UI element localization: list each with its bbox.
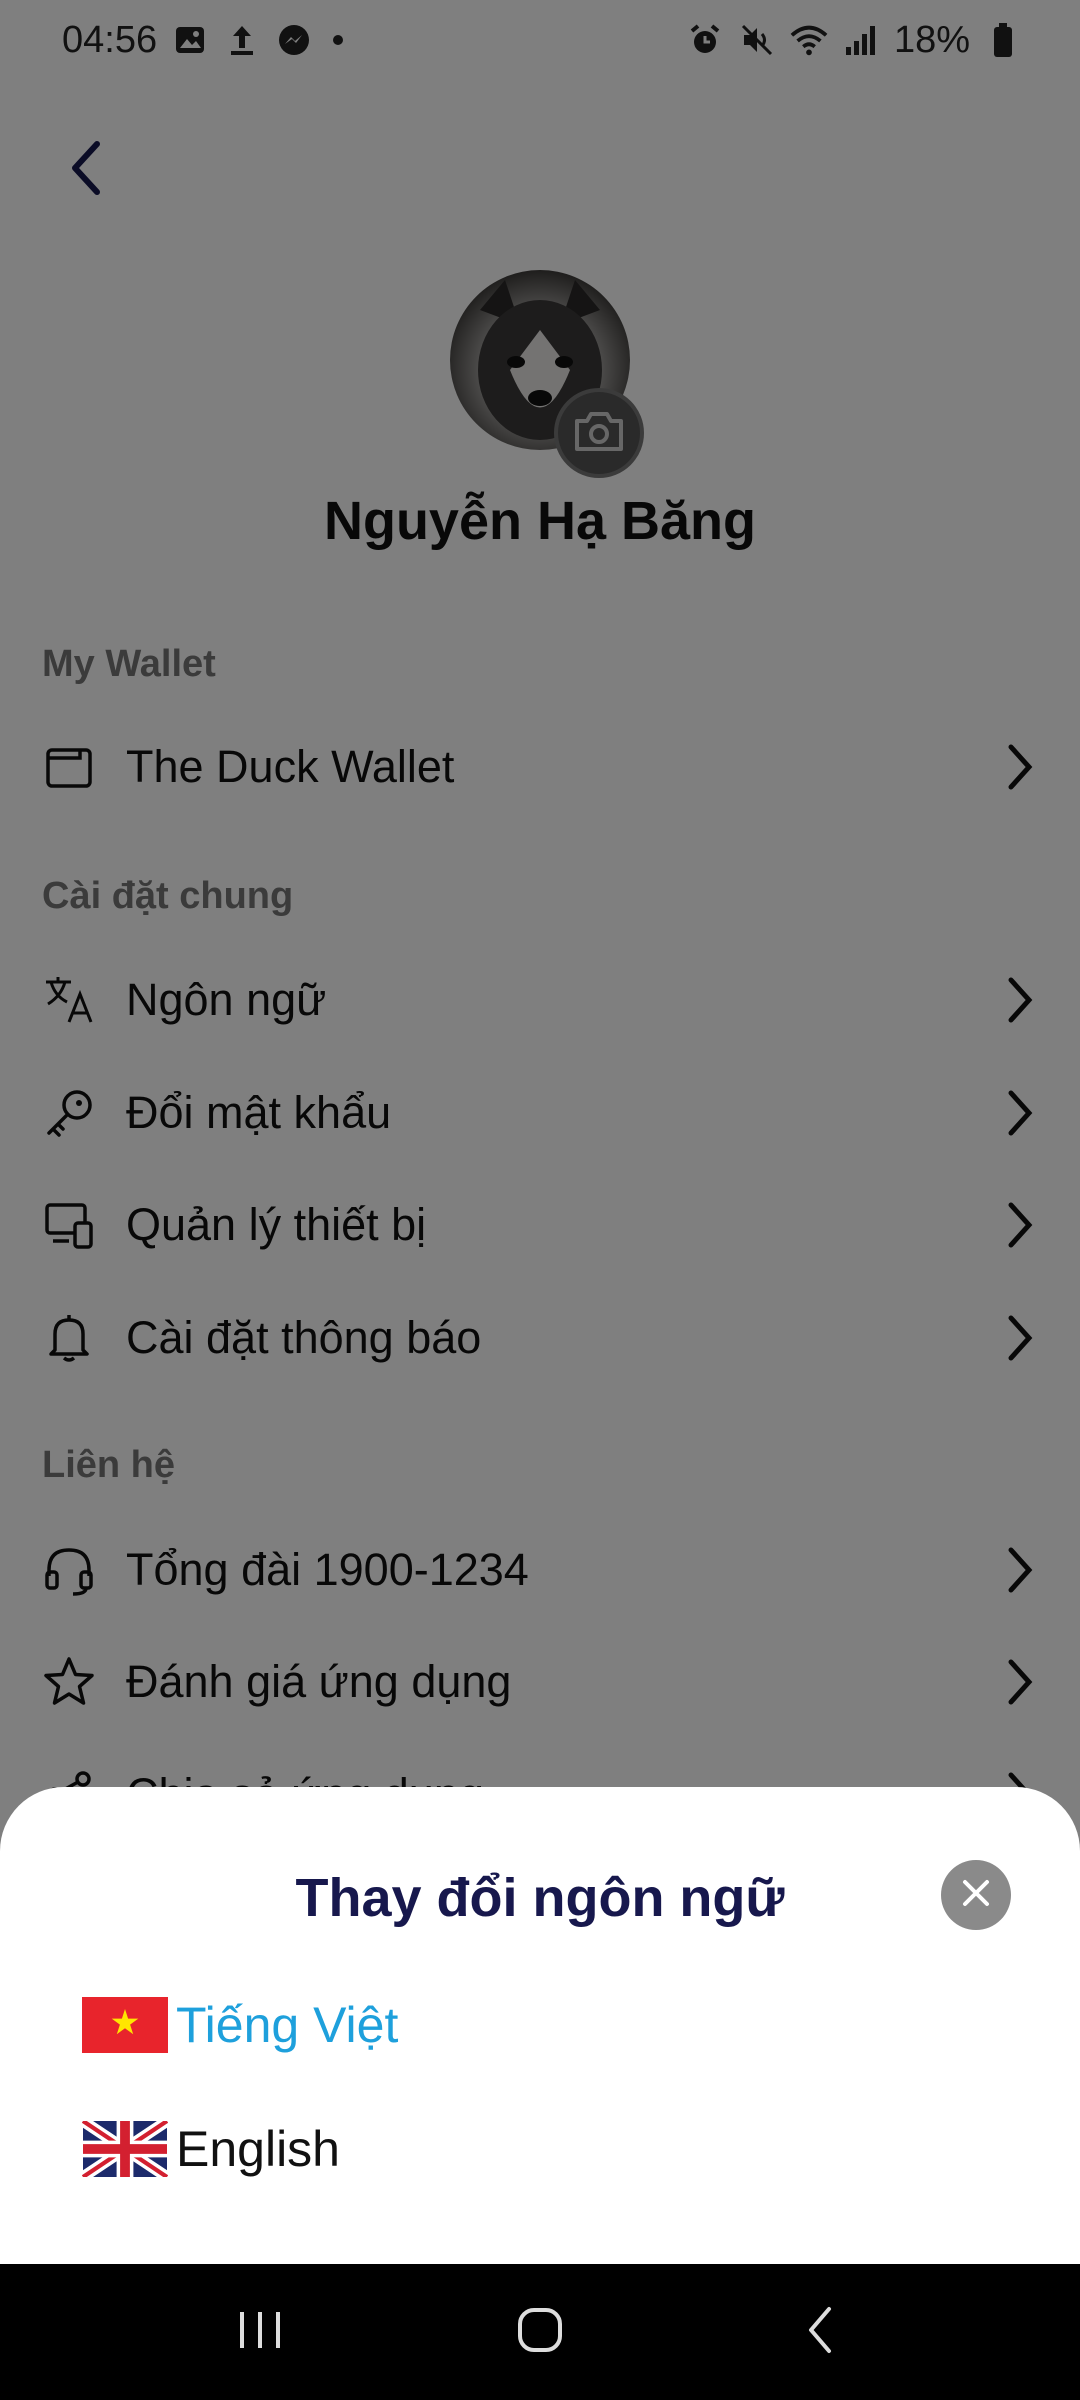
close-icon [959, 1876, 993, 1915]
recent-apps-icon [236, 2308, 284, 2357]
system-back-button[interactable] [760, 2282, 880, 2382]
back-icon [803, 2305, 837, 2360]
system-nav-bar [0, 2264, 1080, 2400]
home-icon [516, 2306, 564, 2359]
vietnam-flag-icon [82, 1997, 168, 2053]
language-option-label: Tiếng Việt [176, 1997, 399, 2053]
close-button[interactable] [941, 1860, 1011, 1930]
language-option-vietnamese[interactable]: Tiếng Việt [82, 1985, 398, 2065]
recent-apps-button[interactable] [200, 2282, 320, 2382]
settings-screen: 04:56 18% [0, 0, 1080, 2264]
sheet-title: Thay đổi ngôn ngữ [295, 1868, 785, 1928]
language-option-label: English [176, 2121, 340, 2177]
home-button[interactable] [480, 2282, 600, 2382]
language-option-english[interactable]: English [82, 2109, 340, 2189]
language-bottom-sheet: Thay đổi ngôn ngữ Tiếng Việt English [0, 1787, 1080, 2264]
uk-flag-icon [82, 2121, 168, 2177]
